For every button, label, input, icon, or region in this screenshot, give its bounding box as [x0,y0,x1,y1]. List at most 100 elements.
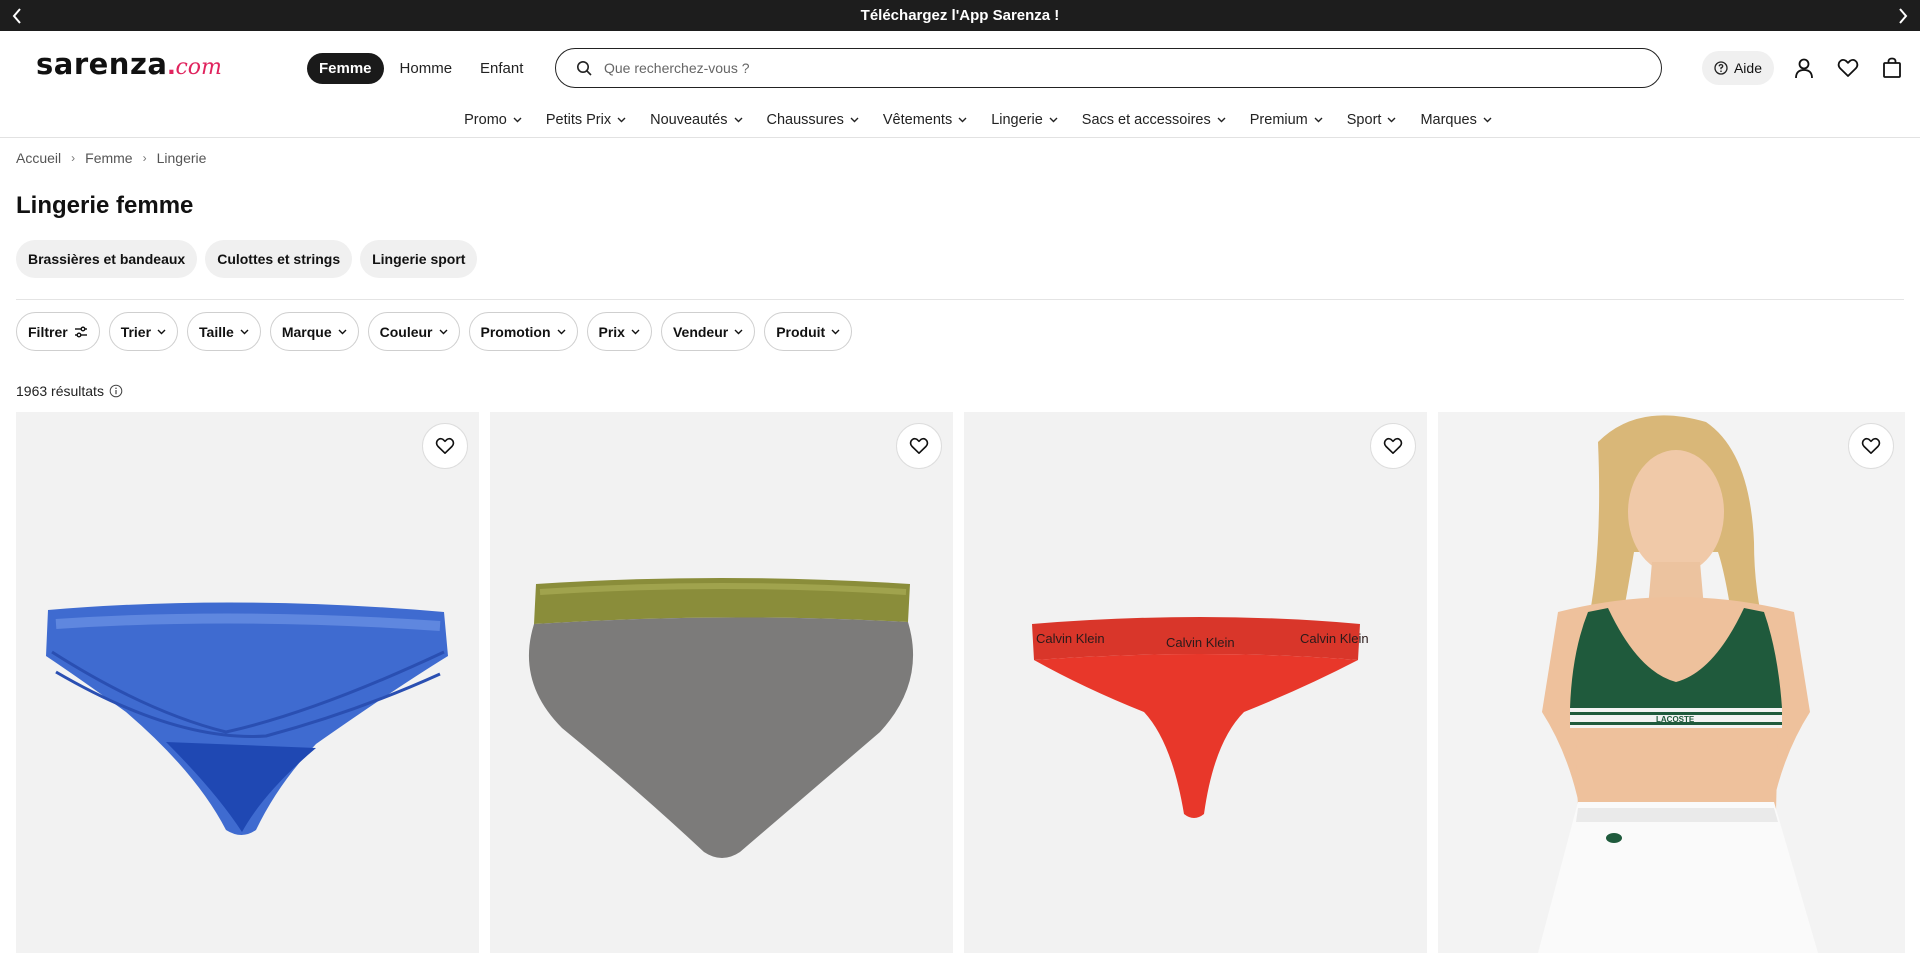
sliders-icon [74,326,87,337]
filter-all-button[interactable]: Filtrer [16,312,100,351]
announcement-prev-button[interactable] [2,0,32,31]
product-band-text: LACOSTE [1656,715,1695,724]
search-icon [577,61,592,76]
shopping-bag-icon [1883,57,1901,78]
nav-item-promo[interactable]: Promo [452,103,534,137]
tab-homme[interactable]: Homme [388,53,465,84]
nav-item-sacs-accessoires[interactable]: Sacs et accessoires [1070,103,1238,137]
heart-icon [1383,437,1403,455]
subcategory-chips: Brassières et bandeaux Culottes et strin… [16,240,478,278]
add-to-wishlist-button[interactable] [422,423,468,469]
announcement-next-button[interactable] [1888,0,1918,31]
announcement-bar: Téléchargez l'App Sarenza ! [0,0,1920,31]
subcategory-lingerie-sport[interactable]: Lingerie sport [360,240,478,278]
product-band-text: Calvin Klein [1036,631,1105,646]
chevron-down-icon [734,117,742,123]
filter-vendeur-button[interactable]: Vendeur [660,312,756,351]
chevron-down-icon [850,117,859,123]
filter-label: Trier [120,323,152,340]
breadcrumb-link-lingerie[interactable]: Lingerie [157,150,207,166]
product-image-blue-brief [46,602,448,835]
heart-icon [909,437,929,455]
chevron-down-icon [513,117,522,123]
tab-enfant[interactable]: Enfant [468,53,535,84]
chevron-left-icon [12,7,21,24]
search-input[interactable] [604,60,1504,76]
heart-icon [1861,437,1881,455]
add-to-wishlist-button[interactable] [1370,423,1416,469]
breadcrumb-link-accueil[interactable]: Accueil [16,150,61,166]
divider [16,299,1904,300]
nav-item-sport[interactable]: Sport [1335,103,1409,137]
product-image-red-thong: Calvin Klein Calvin Klein Calvin Klein [1032,617,1369,818]
nav-item-lingerie[interactable]: Lingerie [979,103,1070,137]
product-image-grey-brief [528,578,914,858]
product-card[interactable] [16,412,479,953]
product-image-green-sports-bra: LACOSTE [1538,415,1818,953]
announcement-text[interactable]: Téléchargez l'App Sarenza ! [861,7,1060,24]
nav-item-label: Lingerie [991,112,1043,128]
filter-couleur-button[interactable]: Couleur [367,312,460,351]
product-card[interactable]: LACOSTE [1438,412,1905,953]
chevron-right-icon: › [142,151,147,165]
subcategory-culottes[interactable]: Culottes et strings [205,240,353,278]
chevron-down-icon [831,329,840,334]
nav-item-premium[interactable]: Premium [1238,103,1335,137]
filter-taille-button[interactable]: Taille [187,312,261,351]
main-navigation: Promo Petits Prix Nouveautés Chaussures … [0,103,1920,137]
chevron-right-icon: › [71,151,76,165]
product-grid: Calvin Klein Calvin Klein Calvin Klein L… [16,412,1905,953]
info-icon[interactable] [109,384,123,398]
wishlist-button[interactable] [1828,50,1868,86]
chevron-down-icon [338,329,347,334]
chevron-down-icon [958,117,967,123]
filter-bar: Filtrer Trier Taille Marque Couleur Prom… [16,312,853,351]
cart-button[interactable] [1872,50,1912,86]
nav-item-label: Vêtements [882,112,953,128]
user-icon [1795,58,1813,79]
tab-femme[interactable]: Femme [307,53,384,84]
product-card[interactable] [490,412,953,953]
filter-marque-button[interactable]: Marque [269,312,359,351]
filter-trier-button[interactable]: Trier [108,312,179,351]
product-band-text: Calvin Klein [1166,635,1235,650]
chevron-down-icon [439,329,447,334]
chevron-down-icon [1387,117,1396,123]
product-card[interactable]: Calvin Klein Calvin Klein Calvin Klein [964,412,1427,953]
help-label: Aide [1733,60,1762,76]
filter-label: Prix [598,323,625,340]
filter-label: Filtrer [28,323,68,340]
chevron-down-icon [1217,117,1226,123]
gender-tabs: Femme Homme Enfant [307,53,535,84]
nav-item-vetements[interactable]: Vêtements [871,103,979,137]
breadcrumb-link-femme[interactable]: Femme [85,150,132,166]
nav-item-chaussures[interactable]: Chaussures [755,103,871,137]
filter-label: Produit [776,323,826,340]
nav-item-marques[interactable]: Marques [1408,103,1503,137]
filter-produit-button[interactable]: Produit [764,312,853,351]
sarenza-logo[interactable]: sarenza. com [36,47,222,81]
breadcrumb: Accueil › Femme › Lingerie [16,150,206,166]
logo-suffix: com [175,55,222,80]
nav-item-label: Premium [1249,112,1308,128]
nav-item-label: Chaussures [766,112,844,128]
filter-prix-button[interactable]: Prix [586,312,652,351]
nav-item-petits-prix[interactable]: Petits Prix [534,103,638,137]
chevron-down-icon [631,329,640,334]
nav-item-label: Marques [1420,112,1477,128]
nav-item-nouveautes[interactable]: Nouveautés [638,103,754,137]
filter-promotion-button[interactable]: Promotion [468,312,578,351]
chevron-down-icon [240,329,249,334]
help-button[interactable]: Aide [1701,51,1774,85]
nav-item-label: Sport [1346,112,1382,128]
account-button[interactable] [1784,50,1824,86]
chevron-down-icon [1483,117,1492,123]
filter-label: Promotion [480,323,551,340]
add-to-wishlist-button[interactable] [896,423,942,469]
filter-label: Couleur [379,323,433,340]
chevron-down-icon [157,329,166,334]
add-to-wishlist-button[interactable] [1848,423,1894,469]
subcategory-brassieres[interactable]: Brassières et bandeaux [16,240,198,278]
page-title: Lingerie femme [16,192,194,219]
nav-item-label: Petits Prix [545,112,612,128]
